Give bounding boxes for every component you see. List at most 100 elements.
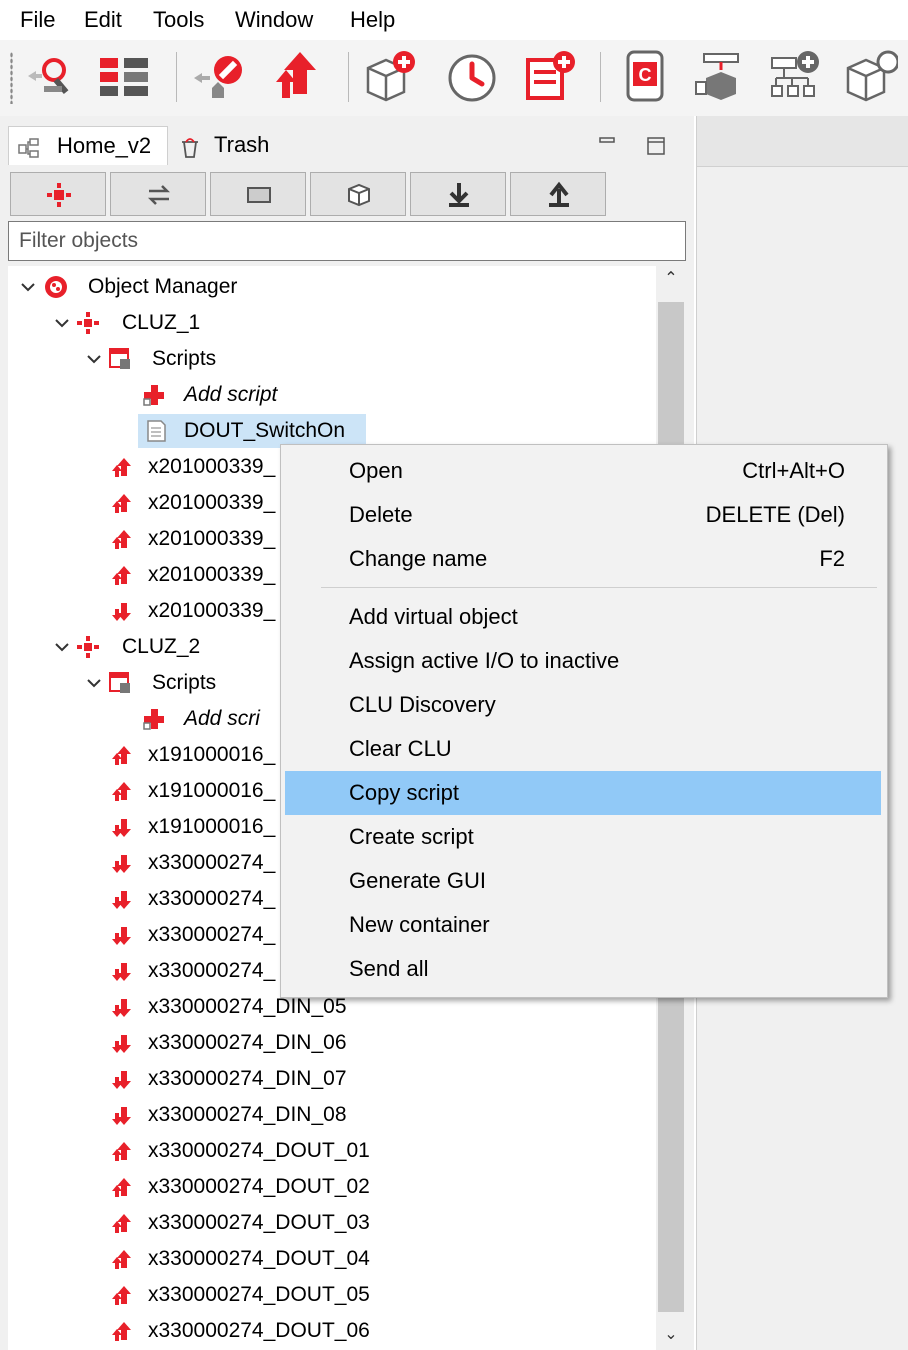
scroll-down-icon[interactable]: ⌄ bbox=[662, 1326, 680, 1344]
add-object-icon[interactable] bbox=[362, 48, 418, 104]
menu-item-clu-discovery[interactable]: CLU Discovery bbox=[285, 683, 881, 727]
menu-item-label: Copy script bbox=[349, 780, 460, 805]
panel-view-icon[interactable] bbox=[210, 172, 306, 216]
output-arrow-icon bbox=[110, 779, 134, 803]
tree-io-item[interactable]: x330000274_DIN_06 bbox=[108, 1026, 628, 1060]
cube-icon[interactable] bbox=[310, 172, 406, 216]
tree-io-item-label: x330000274_ bbox=[148, 887, 276, 910]
tree-io-item[interactable]: x330000274_DIN_08 bbox=[108, 1098, 628, 1132]
cluz-icon bbox=[77, 312, 99, 334]
tree-root[interactable]: Object Manager bbox=[18, 270, 618, 304]
tab-trash[interactable]: Trash bbox=[170, 126, 310, 164]
rotate-object-icon[interactable] bbox=[842, 48, 900, 104]
output-filter-icon[interactable] bbox=[510, 172, 606, 216]
menu-item-change-name-shortcut: F2 bbox=[819, 546, 845, 571]
cancel-icon[interactable] bbox=[190, 48, 246, 104]
menu-item-label: Create script bbox=[349, 824, 474, 849]
menu-help[interactable]: Help bbox=[350, 6, 395, 34]
cluz-filter-button[interactable] bbox=[10, 172, 106, 216]
find-icon[interactable] bbox=[22, 48, 78, 104]
input-arrow-icon bbox=[110, 995, 134, 1019]
tree-cluz-1-label: CLUZ_1 bbox=[122, 311, 201, 334]
menu-tools[interactable]: Tools bbox=[153, 6, 204, 34]
menu-item-new-container[interactable]: New container bbox=[285, 903, 881, 947]
chevron-down-icon bbox=[21, 283, 35, 292]
menu-file[interactable]: File bbox=[20, 6, 55, 34]
tree-io-item-label: x191000016_ bbox=[148, 779, 276, 802]
timer-icon[interactable] bbox=[444, 48, 500, 104]
tree-io-item[interactable]: x330000274_DOUT_04 bbox=[108, 1242, 628, 1276]
toolbar-grip[interactable] bbox=[10, 52, 13, 104]
input-arrow-icon bbox=[110, 851, 134, 875]
menu-item-open-label: Open bbox=[349, 458, 403, 483]
output-arrow-icon bbox=[110, 527, 134, 551]
tree-selected-script[interactable]: DOUT_SwitchOn bbox=[138, 414, 366, 448]
maximize-panel-icon[interactable] bbox=[646, 136, 666, 156]
scripts-folder-icon bbox=[109, 672, 130, 693]
tab-home-v2[interactable]: Home_v2 bbox=[8, 126, 168, 165]
tree-io-item-label: x330000274_DIN_07 bbox=[148, 1067, 347, 1090]
minimize-panel-icon[interactable] bbox=[598, 136, 618, 156]
menu-item-create-script[interactable]: Create script bbox=[285, 815, 881, 859]
menu-item-label: Send all bbox=[349, 956, 429, 981]
editor-tab-strip bbox=[697, 116, 908, 167]
menu-item-send-all[interactable]: Send all bbox=[285, 947, 881, 991]
input-filter-icon[interactable] bbox=[410, 172, 506, 216]
menu-item-assign-active-io[interactable]: Assign active I/O to inactive bbox=[285, 639, 881, 683]
menu-item-delete-label: Delete bbox=[349, 502, 413, 527]
menu-window[interactable]: Window bbox=[235, 6, 313, 34]
send-icon[interactable] bbox=[270, 48, 326, 104]
tree-io-item-label: x191000016_ bbox=[148, 815, 276, 838]
chevron-down-icon bbox=[87, 355, 101, 364]
menu-item-generate-gui[interactable]: Generate GUI bbox=[285, 859, 881, 903]
tree-io-item[interactable]: x330000274_DIN_07 bbox=[108, 1062, 628, 1096]
tree-io-item-label: x330000274_ bbox=[148, 959, 276, 982]
menu-item-change-name-label: Change name bbox=[349, 546, 488, 571]
output-arrow-icon bbox=[110, 491, 134, 515]
menu-edit[interactable]: Edit bbox=[84, 6, 122, 34]
tree-io-item[interactable]: x330000274_DOUT_06 bbox=[108, 1314, 628, 1348]
add-tree-icon[interactable] bbox=[768, 48, 824, 104]
menu-item-add-virtual-object[interactable]: Add virtual object bbox=[285, 595, 881, 639]
tree-io-item-label: x330000274_DOUT_01 bbox=[148, 1139, 370, 1162]
input-arrow-icon bbox=[110, 1103, 134, 1127]
scroll-up-icon[interactable]: ⌃ bbox=[662, 270, 680, 288]
tree-scripts-1[interactable]: Scripts bbox=[84, 342, 384, 376]
scripts-folder-icon bbox=[109, 348, 130, 369]
menu-item-change-name[interactable]: Change name F2 bbox=[285, 537, 881, 581]
output-arrow-icon bbox=[110, 1283, 134, 1307]
input-arrow-icon bbox=[110, 959, 134, 983]
menu-item-open[interactable]: Open Ctrl+Alt+O bbox=[285, 449, 881, 493]
tree-io-item-label: x191000016_ bbox=[148, 743, 276, 766]
tab-home-label: Home_v2 bbox=[57, 133, 152, 158]
menu-item-copy-script[interactable]: Copy script bbox=[285, 771, 881, 815]
layout-icon[interactable] bbox=[96, 48, 152, 104]
menu-item-label: CLU Discovery bbox=[349, 692, 496, 717]
output-arrow-icon bbox=[110, 1139, 134, 1163]
object-manager-icon bbox=[45, 276, 67, 298]
add-list-icon[interactable] bbox=[522, 48, 578, 104]
tree-io-item-label: x330000274_DIN_08 bbox=[148, 1103, 347, 1126]
menu-item-delete[interactable]: Delete DELETE (Del) bbox=[285, 493, 881, 537]
filter-objects-input[interactable]: Filter objects bbox=[8, 221, 686, 261]
tree-add-script-1-label: Add script bbox=[184, 383, 278, 406]
menu-bar: File Edit Tools Window Help bbox=[0, 0, 908, 40]
tree-package-icon[interactable] bbox=[694, 48, 750, 104]
menu-item-clear-clu[interactable]: Clear CLU bbox=[285, 727, 881, 771]
tree-io-item[interactable]: x330000274_DOUT_01 bbox=[108, 1134, 628, 1168]
tree-add-script-1[interactable]: Add script bbox=[138, 378, 438, 412]
menu-item-delete-shortcut: DELETE (Del) bbox=[705, 502, 845, 527]
chevron-down-icon bbox=[55, 319, 69, 328]
output-arrow-icon bbox=[110, 1247, 134, 1271]
tree-io-item[interactable]: x330000274_DOUT_02 bbox=[108, 1170, 628, 1204]
add-script-icon bbox=[143, 709, 164, 730]
menu-item-open-shortcut: Ctrl+Alt+O bbox=[742, 458, 845, 483]
context-menu: Open Ctrl+Alt+O Delete DELETE (Del) Chan… bbox=[280, 444, 888, 998]
tree-cluz-1[interactable]: CLUZ_1 bbox=[52, 306, 352, 340]
device-icon[interactable]: C bbox=[618, 48, 674, 104]
tree-io-item[interactable]: x330000274_DOUT_05 bbox=[108, 1278, 628, 1312]
tree-io-item[interactable]: x330000274_DOUT_03 bbox=[108, 1206, 628, 1240]
tree-io-item-label: x330000274_DIN_06 bbox=[148, 1031, 347, 1054]
toolbar: C bbox=[0, 40, 908, 116]
swap-icon[interactable] bbox=[110, 172, 206, 216]
